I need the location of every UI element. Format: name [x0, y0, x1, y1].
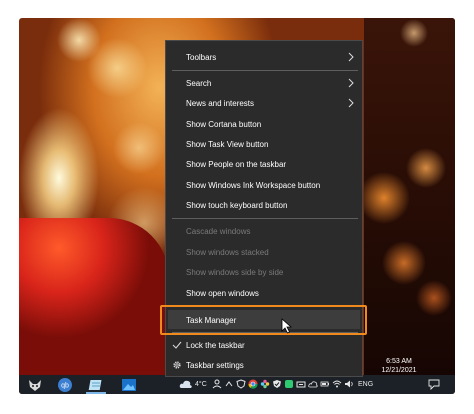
menu-item-show-windows-stacked: Show windows stacked	[166, 242, 362, 262]
menu-item-show-touch-keyboard[interactable]: Show touch keyboard button	[166, 195, 362, 215]
notification-icon[interactable]	[428, 378, 440, 390]
menu-item-label: Toolbars	[186, 52, 217, 62]
menu-item-show-open-windows[interactable]: Show open windows	[166, 283, 362, 303]
menu-item-search[interactable]: Search	[166, 73, 362, 93]
menu-item-label: Show touch keyboard button	[186, 200, 288, 210]
menu-item-show-task-view-button[interactable]: Show Task View button	[166, 134, 362, 154]
network-adapter-icon[interactable]	[296, 379, 306, 389]
menu-item-label: Lock the taskbar	[186, 340, 245, 350]
menu-item-lock-the-taskbar[interactable]: Lock the taskbar	[166, 335, 362, 355]
green-app-icon[interactable]	[284, 379, 294, 389]
gear-icon	[173, 361, 181, 369]
flower-app-icon[interactable]	[260, 379, 270, 389]
menu-item-label: Show windows stacked	[186, 247, 269, 257]
menu-item-show-windows-side-by-side: Show windows side by side	[166, 262, 362, 282]
menu-item-label: Show windows side by side	[186, 267, 284, 277]
menu-item-show-windows-ink[interactable]: Show Windows Ink Workspace button	[166, 175, 362, 195]
battery-icon[interactable]	[320, 379, 330, 389]
menu-item-label: Show Cortana button	[186, 119, 262, 129]
security-icon[interactable]	[236, 379, 246, 389]
menu-item-show-cortana-button[interactable]: Show Cortana button	[166, 114, 362, 134]
mouse-pointer-icon	[281, 318, 293, 334]
svg-text:qb: qb	[61, 383, 69, 390]
menu-item-label: Show Windows Ink Workspace button	[186, 180, 321, 190]
wifi-icon[interactable]	[332, 379, 342, 389]
weather-cloud-icon[interactable]	[179, 378, 193, 390]
menu-item-taskbar-settings[interactable]: Taskbar settings	[166, 355, 362, 375]
menu-item-toolbars[interactable]: Toolbars	[166, 47, 362, 67]
candle-wallpaper	[19, 218, 169, 378]
up-arrow-icon[interactable]	[224, 379, 234, 389]
task-manager-highlight-box	[160, 305, 367, 335]
active-indicator	[86, 392, 106, 394]
chevron-right-icon	[348, 98, 354, 108]
clock-time: 6:53 AM	[386, 358, 412, 365]
menu-item-cascade-windows: Cascade windows	[166, 221, 362, 241]
menu-item-news-and-interests[interactable]: News and interests	[166, 93, 362, 113]
checkmark-icon	[172, 341, 182, 349]
notepad-icon[interactable]	[88, 377, 104, 393]
menu-item-label: Show People on the taskbar	[186, 159, 287, 169]
menu-item-show-people[interactable]: Show People on the taskbar	[166, 154, 362, 174]
wallpaper-bokeh	[364, 18, 455, 375]
fox-app-icon[interactable]	[27, 377, 43, 393]
language-indicator[interactable]: ENG	[358, 377, 373, 392]
taskbar[interactable]: qb 4°C ENG	[19, 375, 455, 394]
menu-item-label: Taskbar settings	[186, 360, 244, 370]
clock-date: 12/21/2021	[381, 367, 417, 374]
menu-separator	[172, 218, 358, 219]
photos-app-icon[interactable]	[121, 377, 137, 393]
chevron-right-icon	[348, 52, 354, 62]
shield-check-icon[interactable]	[272, 379, 282, 389]
menu-item-label: Cascade windows	[186, 226, 251, 236]
volume-icon[interactable]	[344, 379, 354, 389]
weather-temp[interactable]: 4°C	[195, 377, 207, 392]
chevron-right-icon	[348, 78, 354, 88]
qbittorrent-icon[interactable]: qb	[57, 377, 73, 393]
cloud-sync-icon[interactable]	[308, 379, 318, 389]
chrome-icon[interactable]	[248, 379, 258, 389]
menu-item-label: Show open windows	[186, 288, 259, 298]
menu-item-label: Show Task View button	[186, 139, 269, 149]
menu-separator	[172, 70, 358, 71]
menu-item-label: News and interests	[186, 98, 255, 108]
menu-item-label: Search	[186, 78, 212, 88]
clock[interactable]: 6:53 AM 12/21/2021	[377, 357, 421, 376]
people-icon[interactable]	[212, 379, 222, 389]
